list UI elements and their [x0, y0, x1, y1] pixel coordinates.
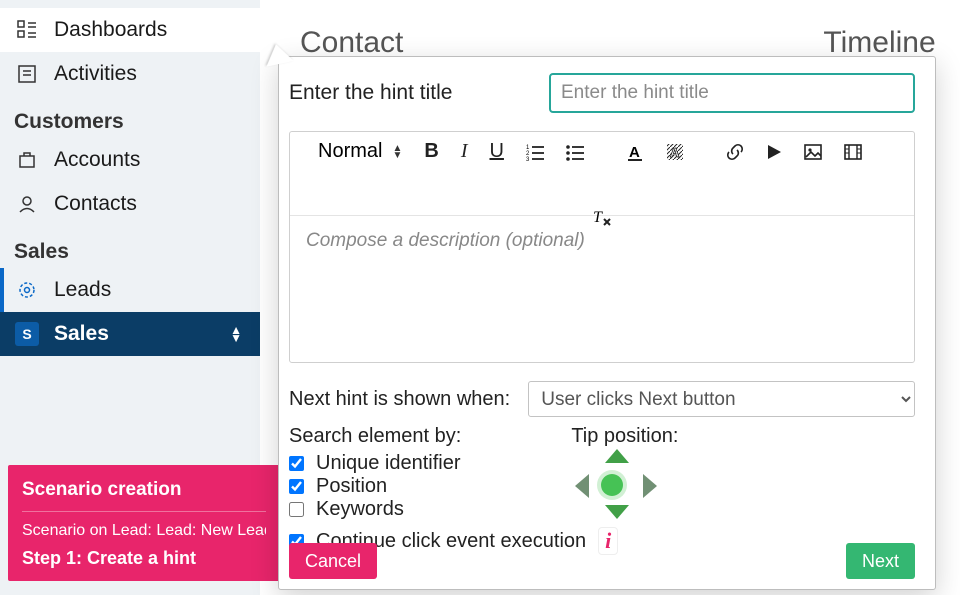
next-button[interactable]: Next [846, 543, 915, 579]
sidebar-item-activities[interactable]: Activities [0, 52, 260, 96]
bg-contact-heading: Contact [300, 26, 403, 60]
tip-position-column: Tip position: [571, 425, 678, 521]
svg-text:A: A [629, 144, 640, 161]
scenario-title: Scenario creation [22, 479, 266, 501]
checkbox-label: Position [316, 475, 387, 498]
tip-position-label: Tip position: [571, 425, 678, 448]
background-headers: Contact Timeline [300, 26, 936, 60]
bullet-list-button[interactable] [566, 143, 584, 161]
hint-modal: Enter the hint title Normal ▲▼ B I U 123… [278, 56, 936, 590]
keywords-checkbox[interactable]: Keywords [289, 498, 461, 521]
film-button[interactable] [844, 143, 862, 161]
next-hint-label: Next hint is shown when: [289, 388, 510, 411]
tip-position-selector[interactable] [571, 452, 661, 516]
position-checkbox[interactable]: Position [289, 475, 461, 498]
cancel-button[interactable]: Cancel [289, 543, 377, 579]
clear-format-button[interactable]: T [592, 207, 612, 227]
checkbox-label: Unique identifier [316, 452, 461, 475]
sidebar-item-label: Activities [54, 62, 137, 86]
bg-timeline-heading: Timeline [823, 26, 935, 60]
scenario-panel: Scenario creation Scenario on Lead: Lead… [8, 465, 280, 581]
sidebar-item-label: Sales [54, 322, 109, 346]
checkbox-input[interactable] [289, 502, 304, 517]
tip-down-icon[interactable] [605, 505, 629, 519]
image-button[interactable] [804, 143, 822, 161]
video-play-button[interactable] [766, 144, 782, 160]
scenario-step: Step 1: Create a hint [22, 548, 266, 569]
textcolor-button[interactable]: A [626, 143, 644, 161]
sidebar-item-leads[interactable]: Leads [0, 268, 260, 312]
format-select-label: Normal [318, 140, 382, 163]
dashboard-icon [14, 20, 40, 40]
bold-button[interactable]: B [424, 140, 438, 163]
format-select[interactable]: Normal ▲▼ [318, 140, 402, 163]
hint-title-label: Enter the hint title [289, 81, 489, 105]
bgcolor-button[interactable]: A [666, 143, 684, 161]
search-element-label: Search element by: [289, 425, 461, 448]
hint-title-input[interactable] [549, 73, 915, 113]
ordered-list-button[interactable]: 123 [526, 143, 544, 161]
sidebar-item-label: Dashboards [54, 18, 167, 42]
svg-text:T: T [593, 209, 603, 226]
editor-toolbar: Normal ▲▼ B I U 123 A A [290, 132, 914, 216]
leads-icon [14, 280, 40, 300]
next-hint-select[interactable]: User clicks Next button [528, 381, 915, 417]
tip-right-icon[interactable] [643, 474, 657, 498]
sidebar-item-contacts[interactable]: Contacts [0, 182, 260, 226]
tip-left-icon[interactable] [575, 474, 589, 498]
sidebar-group-sales: Sales [0, 226, 260, 268]
checkbox-input[interactable] [289, 479, 304, 494]
activities-icon [14, 64, 40, 84]
sidebar-item-sales[interactable]: S Sales ▲▼ [0, 312, 260, 356]
updown-icon: ▲▼ [392, 145, 402, 159]
sidebar-item-label: Contacts [54, 192, 137, 216]
sidebar-item-accounts[interactable]: Accounts [0, 138, 260, 182]
search-element-column: Search element by: Unique identifier Pos… [289, 425, 461, 521]
svg-text:A: A [670, 145, 680, 160]
italic-button[interactable]: I [461, 140, 468, 163]
scenario-context: Scenario on Lead: Lead: New Lead [22, 511, 266, 540]
underline-button[interactable]: U [489, 140, 503, 163]
checkbox-input[interactable] [289, 456, 304, 471]
sidebar-group-customers: Customers [0, 96, 260, 138]
unique-identifier-checkbox[interactable]: Unique identifier [289, 452, 461, 475]
svg-text:3: 3 [526, 157, 530, 161]
updown-icon[interactable]: ▲▼ [230, 326, 242, 342]
contacts-icon [14, 194, 40, 214]
checkbox-label: Keywords [316, 498, 404, 521]
link-button[interactable] [726, 143, 744, 161]
sidebar-item-label: Leads [54, 278, 111, 302]
tip-center-icon[interactable] [601, 474, 623, 496]
sales-badge-icon: S [14, 322, 40, 346]
tip-up-icon[interactable] [605, 449, 629, 463]
sidebar-item-dashboards[interactable]: Dashboards [0, 8, 260, 52]
accounts-icon [14, 150, 40, 170]
sidebar-item-label: Accounts [54, 148, 140, 172]
description-editor: Normal ▲▼ B I U 123 A A [289, 131, 915, 363]
